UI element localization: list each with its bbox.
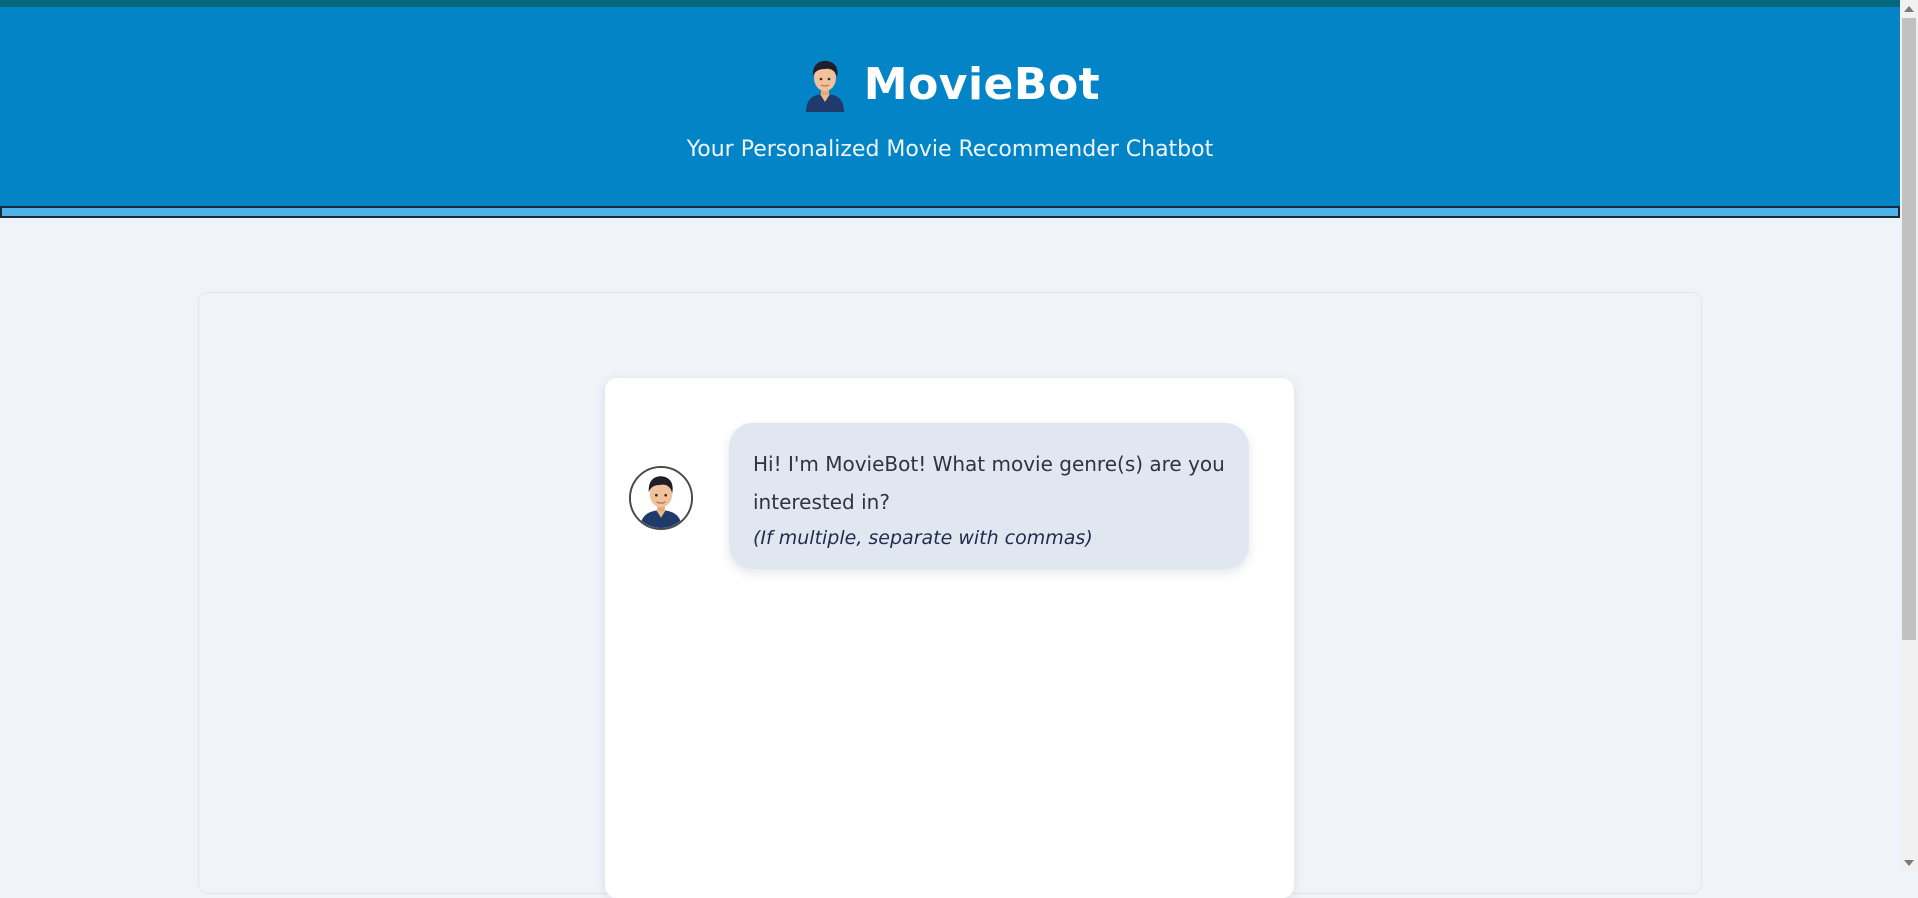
bot-message-hint: (If multiple, separate with commas) [753,527,1093,549]
brand: MovieBot [0,52,1900,116]
bot-message-bubble: Hi! I'm MovieBot! What movie genre(s) ar… [729,423,1249,569]
header-divider-bar [0,206,1900,218]
bot-avatar [629,466,693,530]
scroll-up-arrow-icon[interactable] [1904,6,1914,12]
vertical-scrollbar[interactable] [1900,0,1918,872]
bot-avatar-icon [631,468,691,528]
app-subtitle: Your Personalized Movie Recommender Chat… [686,137,1214,162]
scroll-down-arrow-icon[interactable] [1904,860,1914,866]
scrollbar-thumb[interactable] [1902,18,1916,640]
man-avatar-icon [805,60,844,112]
chat-window[interactable]: Hi! I'm MovieBot! What movie genre(s) ar… [605,378,1294,898]
page-header: MovieBot Your Personalized Movie Recomme… [0,7,1900,207]
bot-message-text: Hi! I'm MovieBot! What movie genre(s) ar… [753,452,1225,514]
app-title: MovieBot [863,58,1101,110]
top-accent-stripe [0,0,1900,7]
